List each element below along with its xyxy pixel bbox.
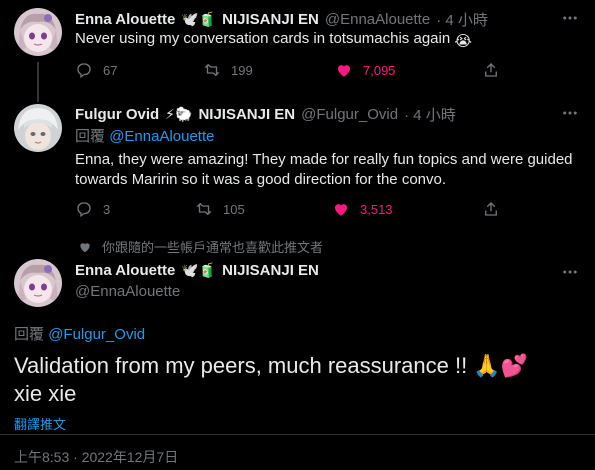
share-icon [485,202,497,216]
handle[interactable]: @EnnaAlouette [75,283,180,300]
org-label: NIJISANJI EN [222,11,319,28]
reply-to-link[interactable]: @Fulgur_Ovid [48,326,145,343]
reply-button[interactable]: 67 [75,61,117,79]
avatar-enna-main[interactable] [14,259,62,307]
reply-to-link[interactable]: @EnnaAlouette [109,128,214,145]
more-icon[interactable] [560,262,580,282]
reply-count: 67 [103,62,118,78]
more-icon[interactable] [560,103,580,123]
tweet-text: Never using my conversation cards in tot… [75,29,472,52]
tweet-text-body: Never using my conversation cards in tot… [75,30,451,47]
retweet-icon [204,63,220,77]
like-button[interactable]: 7,095 [335,61,396,79]
divider [0,434,595,435]
like-count: 7,095 [363,62,396,78]
name-emoji: ⚡🐑 [165,106,193,122]
more-icon[interactable] [560,8,580,28]
display-name[interactable]: Enna Alouette [75,262,175,279]
like-icon [335,204,347,216]
main-tweet-text: Validation from my peers, much reassuran… [14,352,528,408]
name-emoji: 🕊️🧃 [181,11,217,27]
share-button[interactable] [482,61,500,79]
reply-prefix: 回覆 [14,326,45,343]
retweet-count: 199 [231,62,253,78]
name-emoji: 🕊️🧃 [181,262,217,278]
crying-emoji: 😭 [454,33,472,50]
social-context-text: 你跟隨的一些帳戶通常也喜歡此推文者 [102,240,324,255]
like-count: 3,513 [360,201,393,217]
thread-line [37,62,39,102]
main-timestamp[interactable]: 上午8:53 · 2022年12月7日 [14,447,178,467]
share-icon [485,63,497,77]
org-label: NIJISANJI EN [222,262,319,279]
main-text-line: Validation from my peers, much reassuran… [14,353,468,378]
tweet2-header: Fulgur Ovid ⚡🐑 NIJISANJI EN @Fulgur_Ovid… [75,104,456,125]
info-icon [80,242,90,252]
reply-icon [77,202,91,218]
tweet1-header: Enna Alouette 🕊️🧃 NIJISANJI EN @EnnaAlou… [75,9,488,30]
timestamp[interactable]: · 4 小時 [404,104,456,125]
translate-tweet-link[interactable]: 翻譯推文 [14,414,66,433]
avatar-fulgur[interactable] [14,104,62,152]
display-name[interactable]: Enna Alouette [75,11,175,28]
tweet-text-line: towards Maririn so it was a good directi… [75,171,447,188]
org-label: NIJISANJI EN [198,106,296,123]
pray-heart-emoji: 🙏💕 [473,353,529,378]
retweet-button[interactable]: 105 [195,200,245,218]
handle[interactable]: @Fulgur_Ovid [301,106,398,123]
reply-button[interactable]: 3 [75,200,110,218]
avatar-enna[interactable] [14,8,62,56]
share-button[interactable] [482,200,500,218]
retweet-icon [196,202,212,216]
retweet-button[interactable]: 199 [203,61,253,79]
replying-to: 回覆 @EnnaAlouette [75,125,215,146]
reply-icon [77,63,91,79]
timestamp[interactable]: · 4 小時 [436,9,488,30]
main-text-line: xie xie [14,381,77,406]
retweet-count: 105 [223,201,245,217]
main-tweet-header: Enna Alouette 🕊️🧃 NIJISANJI EN [75,262,319,279]
reply-count: 3 [103,201,111,217]
replying-to: 回覆 @Fulgur_Ovid [14,323,145,344]
tweet-text-line: Enna, they were amazing! They made for r… [75,151,573,168]
display-name[interactable]: Fulgur Ovid [75,106,159,123]
handle[interactable]: @EnnaAlouette [325,11,430,28]
reply-prefix: 回覆 [75,128,106,145]
like-button[interactable]: 3,513 [332,200,393,218]
like-icon [338,65,350,77]
social-context: 你跟隨的一些帳戶通常也喜歡此推文者 [78,237,323,256]
tweet-text: Enna, they were amazing! They made for r… [75,150,585,190]
